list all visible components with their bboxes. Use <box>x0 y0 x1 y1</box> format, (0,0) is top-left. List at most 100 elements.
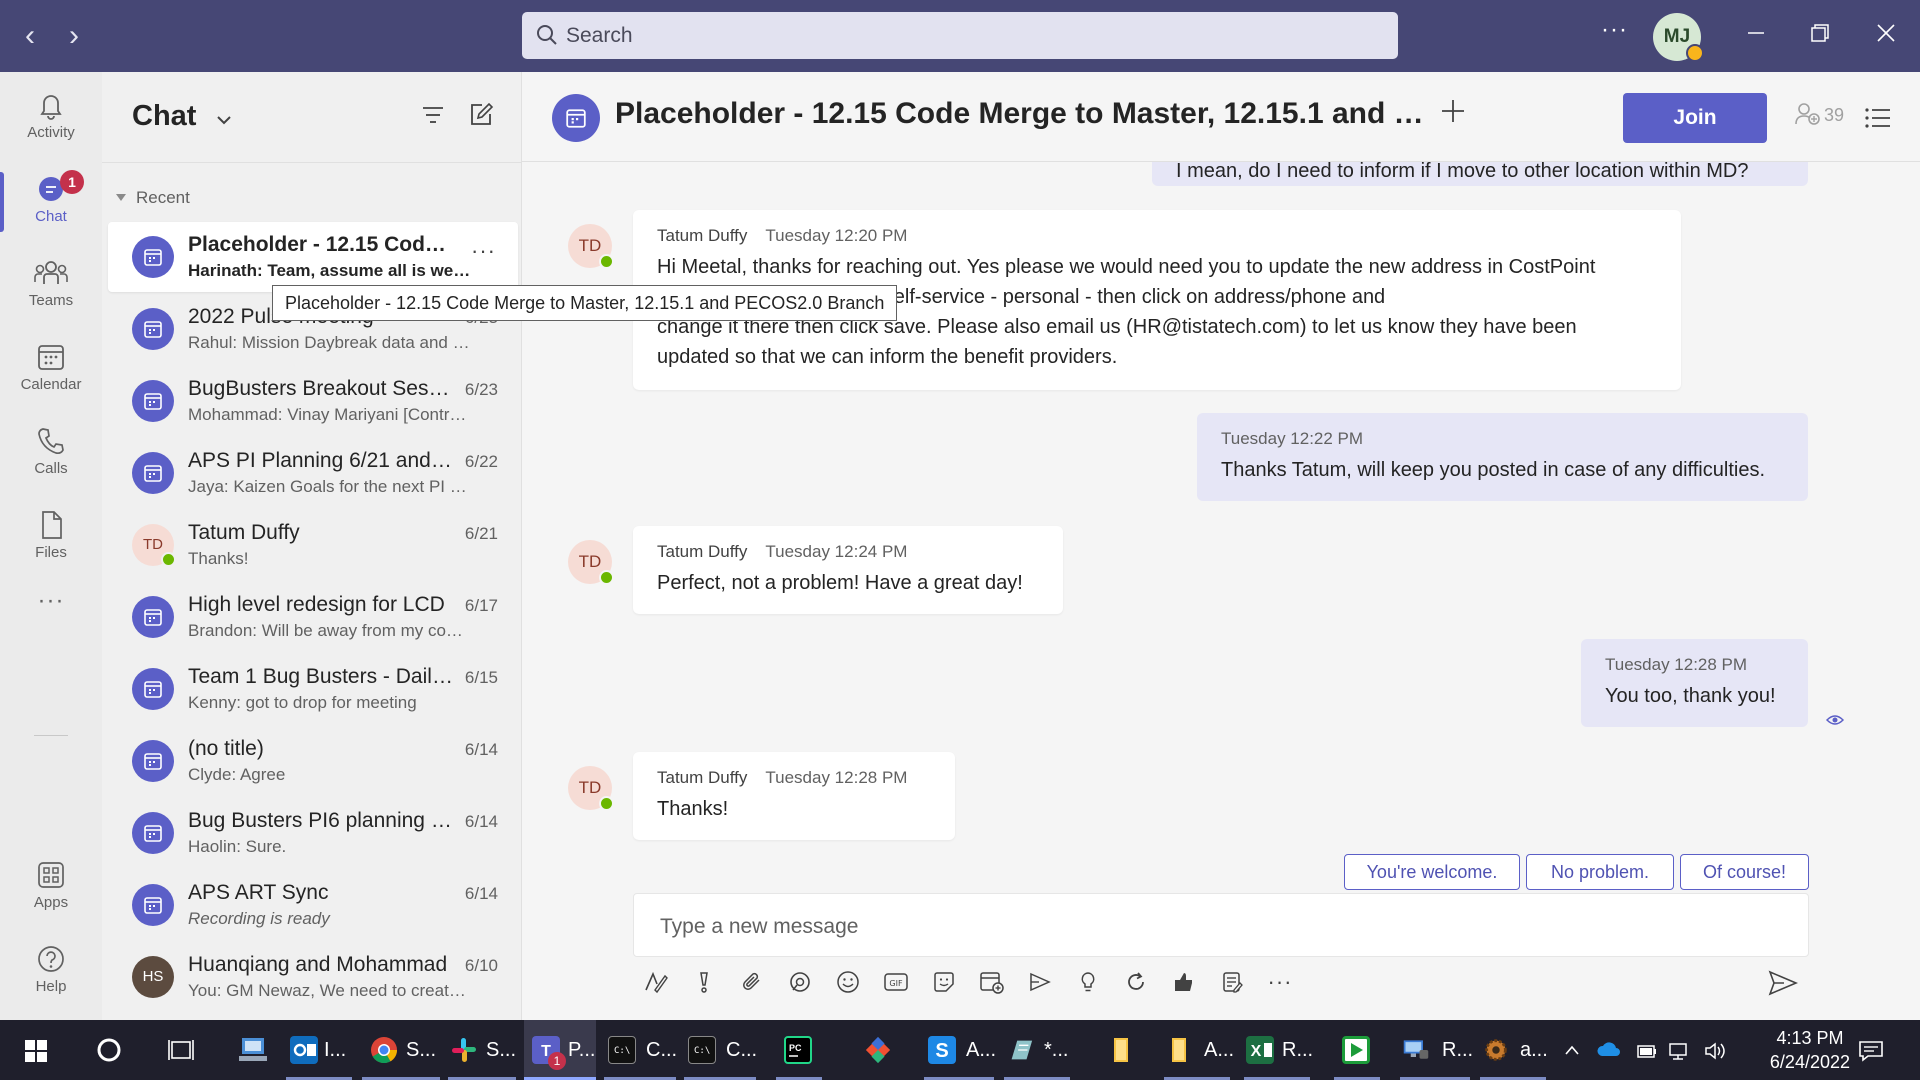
forms-button[interactable] <box>1214 962 1250 1002</box>
message-bubble-own[interactable]: Tuesday 12:28 PM You too, thank you! <box>1581 639 1808 727</box>
filter-icon[interactable] <box>420 104 446 126</box>
forward-arrow-icon[interactable]: › <box>58 20 90 52</box>
more-options-button[interactable]: ··· <box>1262 962 1298 1002</box>
chat-item[interactable]: BugBusters Breakout Session Mohammad: Vi… <box>108 366 518 436</box>
taskbar-app-folder[interactable] <box>1100 1020 1146 1080</box>
taskbar-app-network[interactable] <box>228 1020 280 1080</box>
message-bubble-own[interactable]: Tuesday 12:22 PM Thanks Tatum, will keep… <box>1197 413 1808 501</box>
taskbar-app-git[interactable] <box>856 1020 902 1080</box>
slack-icon <box>452 1038 476 1062</box>
start-button[interactable] <box>10 1020 62 1080</box>
rail-teams[interactable]: Teams <box>0 244 102 328</box>
send-icon[interactable] <box>1768 970 1798 996</box>
rail-chat[interactable]: Chat 1 <box>0 160 102 244</box>
battery-icon[interactable] <box>1636 1042 1658 1060</box>
onedrive-icon[interactable] <box>1596 1042 1622 1058</box>
chat-item-placeholder-merge[interactable]: Placeholder - 12.15 Code Merge to Master… <box>108 222 518 292</box>
profile-avatar[interactable]: MJ <box>1653 13 1704 62</box>
new-chat-icon[interactable] <box>468 102 494 128</box>
taskbar-label: A... <box>1204 1039 1235 1061</box>
message-bubble-partial[interactable]: I mean, do I need to inform if I move to… <box>1152 162 1808 186</box>
rail-help[interactable]: Help <box>0 930 102 1014</box>
chat-item[interactable]: APS ART Sync Recording is ready 6/14 <box>108 870 518 940</box>
refresh-app-button[interactable] <box>1118 962 1154 1002</box>
rail-more-apps[interactable]: ··· <box>0 587 102 671</box>
suggested-reply-button[interactable]: No problem. <box>1526 854 1674 890</box>
taskbar-app-notepad[interactable]: *... <box>1004 1020 1070 1080</box>
schedule-meeting-button[interactable] <box>974 962 1010 1002</box>
chevron-down-icon[interactable] <box>214 110 234 130</box>
rail-calendar[interactable]: Calendar <box>0 328 102 412</box>
gif-button[interactable]: GIF <box>878 962 914 1002</box>
chat-item[interactable]: HS Huanqiang and Mohammad You: GM Newaz,… <box>108 942 518 1012</box>
sticker-icon <box>934 972 954 992</box>
taskbar-app-pycharm[interactable]: PC <box>776 1020 822 1080</box>
emoji-icon <box>837 971 859 993</box>
restore-button[interactable] <box>1802 18 1838 54</box>
sticker-button[interactable] <box>926 962 962 1002</box>
praise-button[interactable] <box>1070 962 1106 1002</box>
rail-activity[interactable]: Activity <box>0 76 102 160</box>
settings-more-button[interactable]: ··· <box>1601 16 1628 44</box>
emoji-button[interactable] <box>830 962 866 1002</box>
chat-item[interactable]: TD Tatum Duffy Thanks! 6/21 <box>108 510 518 580</box>
stream-button[interactable] <box>1022 962 1058 1002</box>
taskbar-app-slack[interactable]: S... <box>448 1020 516 1080</box>
taskbar-app-excel[interactable]: X R... <box>1244 1020 1313 1080</box>
taskbar-app-folder-2[interactable]: A... <box>1164 1020 1234 1080</box>
conversation-title[interactable]: Placeholder - 12.15 Code Merge to Master… <box>615 97 1435 131</box>
recent-section-header[interactable]: Recent <box>116 188 190 208</box>
network-icon[interactable] <box>1668 1042 1692 1060</box>
rail-files[interactable]: Files <box>0 496 102 580</box>
close-button[interactable] <box>1868 18 1904 54</box>
chat-item[interactable]: High level redesign for LCD Brandon: Wil… <box>108 582 518 652</box>
sender-avatar[interactable]: TD <box>568 766 614 811</box>
taskbar-app-cmd-2[interactable]: C:\ C... <box>684 1020 757 1080</box>
important-button[interactable] <box>686 962 722 1002</box>
attach-button[interactable] <box>734 962 770 1002</box>
task-view-button[interactable] <box>156 1020 208 1080</box>
search-input[interactable]: Search <box>522 12 1398 59</box>
join-button[interactable]: Join <box>1623 93 1767 143</box>
chat-item-preview: Haolin: Sure. <box>188 837 287 856</box>
chat-item[interactable]: Team 1 Bug Busters - Daily Standup Kenny… <box>108 654 518 724</box>
taskbar-app-outlook[interactable]: I... <box>286 1020 352 1080</box>
file-icon <box>42 511 62 539</box>
format-button[interactable] <box>638 962 674 1002</box>
chat-item-name: High level redesign for LCD <box>188 593 445 616</box>
list-icon[interactable] <box>1864 106 1892 130</box>
taskbar-app-chrome[interactable]: S... <box>362 1020 440 1080</box>
add-tab-button[interactable] <box>1440 94 1466 133</box>
seen-eye-icon <box>1826 715 1844 725</box>
chat-options-button[interactable]: ··· <box>471 238 496 264</box>
volume-icon[interactable] <box>1704 1042 1728 1060</box>
system-clock[interactable]: 4:13 PM 6/24/2022 <box>1770 1026 1850 1074</box>
notifications-icon[interactable] <box>1858 1040 1884 1062</box>
tray-expand-icon[interactable] <box>1564 1044 1580 1056</box>
back-arrow-icon[interactable]: ‹ <box>14 20 46 52</box>
taskbar-app-teams[interactable]: T 1 P... <box>524 1020 596 1080</box>
participants-button[interactable]: 39 <box>1794 102 1844 131</box>
chat-item[interactable]: Bug Busters PI6 planning session Haolin:… <box>108 798 518 868</box>
sender-avatar[interactable]: TD <box>568 224 614 269</box>
suggested-reply-button[interactable]: Of course! <box>1680 854 1809 890</box>
taskbar-app-remote[interactable]: R... <box>1400 1020 1473 1080</box>
message-bubble[interactable]: Tatum Duffy Tuesday 12:24 PM Perfect, not… <box>633 526 1063 614</box>
minimize-button[interactable] <box>1738 18 1774 54</box>
meeting-avatar <box>132 308 174 350</box>
rail-calls[interactable]: Calls <box>0 412 102 496</box>
rail-apps[interactable]: Apps <box>0 846 102 930</box>
loop-button[interactable] <box>782 962 818 1002</box>
chat-item[interactable]: APS PI Planning 6/21 and 6/22 Jaya: Kaiz… <box>108 438 518 508</box>
approvals-button[interactable] <box>1166 962 1202 1002</box>
message-bubble[interactable]: Tatum Duffy Tuesday 12:28 PM Thanks! <box>633 752 955 840</box>
message-compose-input[interactable]: Type a new message <box>633 893 1809 957</box>
suggested-reply-button[interactable]: You're welcome. <box>1344 854 1520 890</box>
taskbar-app-player[interactable] <box>1334 1020 1380 1080</box>
cortana-button[interactable] <box>84 1020 136 1080</box>
taskbar-app-cmd[interactable]: C:\ C... <box>604 1020 677 1080</box>
sender-avatar[interactable]: TD <box>568 540 614 585</box>
taskbar-app-gear[interactable]: a... <box>1480 1020 1548 1080</box>
taskbar-app-s[interactable]: S A... <box>924 1020 996 1080</box>
chat-item[interactable]: (no title) Clyde: Agree 6/14 <box>108 726 518 796</box>
